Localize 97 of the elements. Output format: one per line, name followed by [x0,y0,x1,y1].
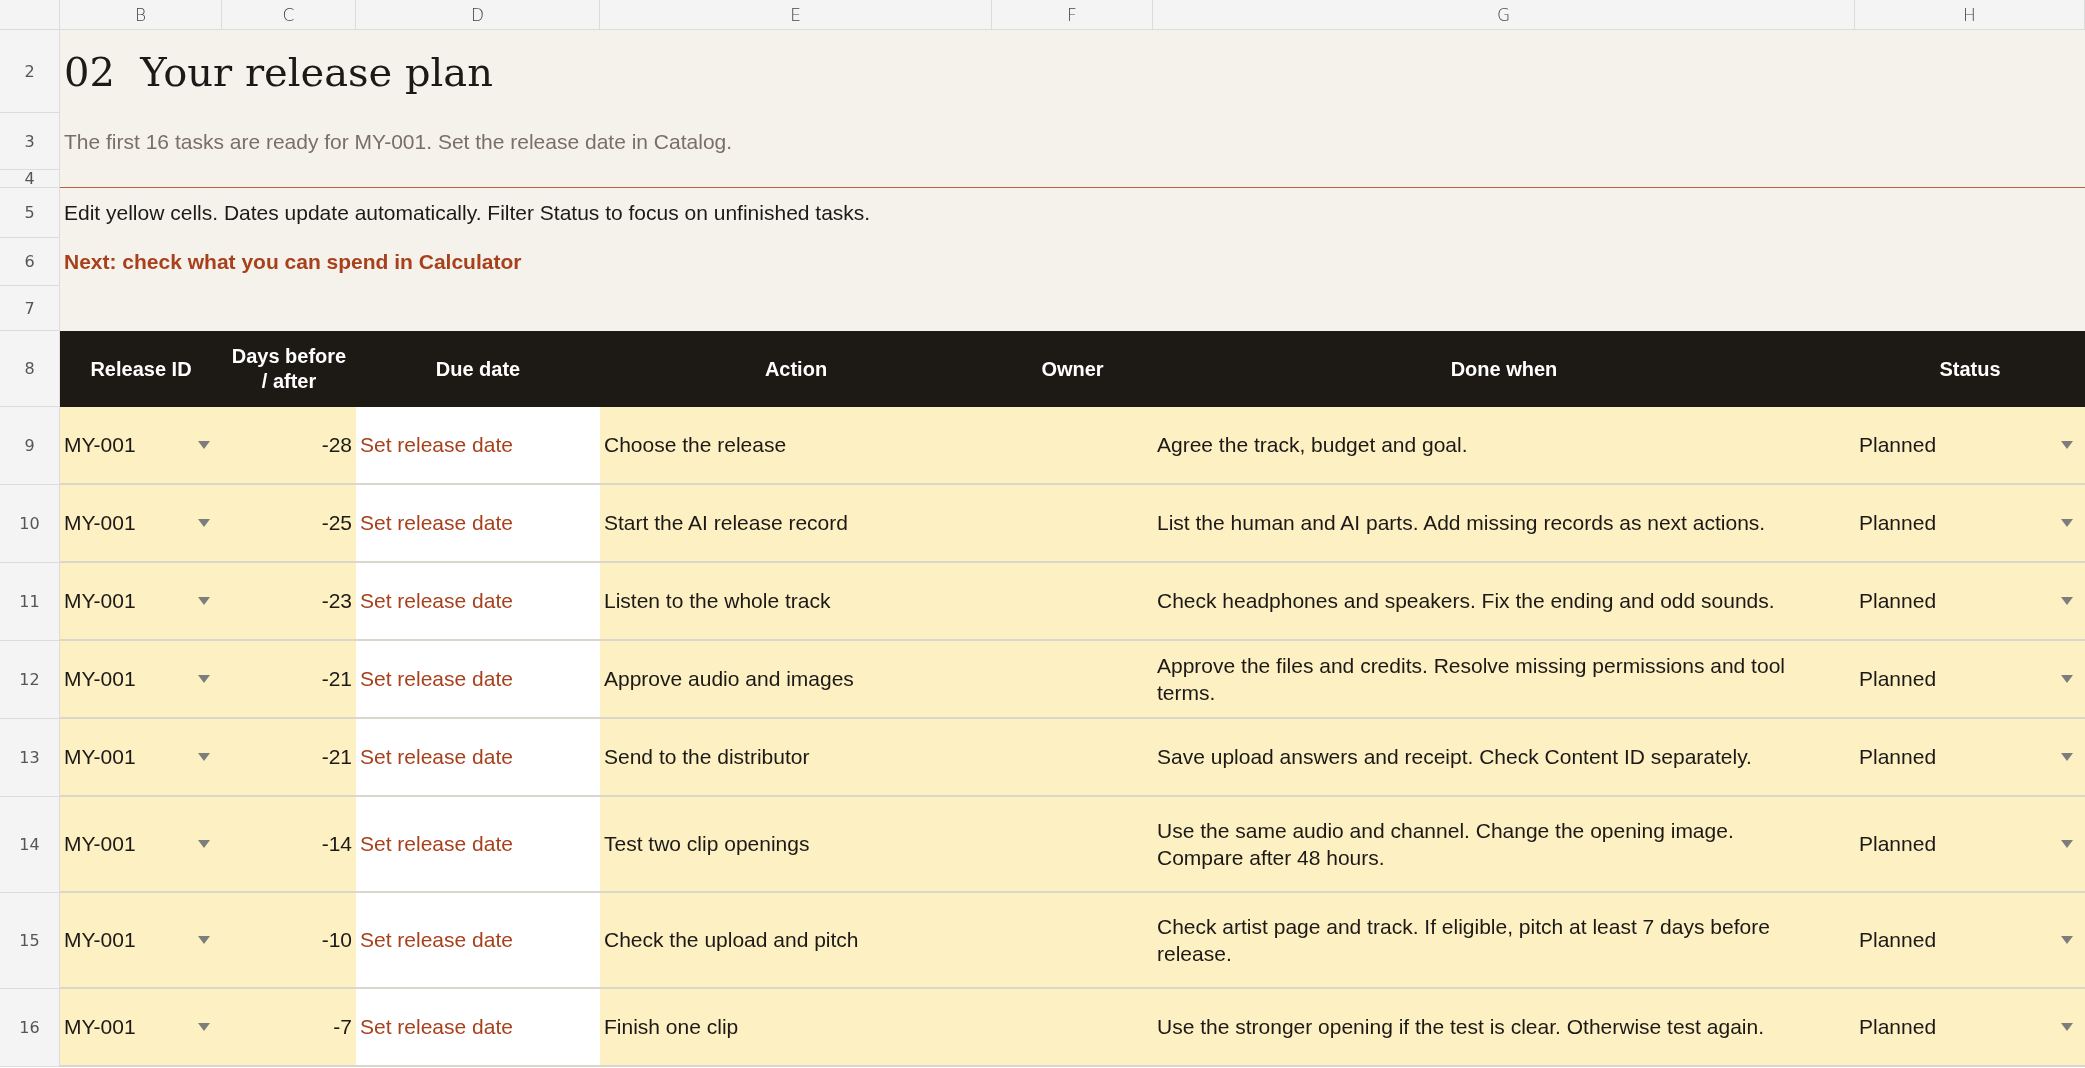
done-when-text: Save upload answers and receipt. Check Content ID separately. [1157,744,1752,771]
release-id-value: MY-001 [64,831,136,858]
row-number[interactable]: 6 [0,238,60,286]
row-number[interactable]: 4 [0,170,60,188]
status-value: Planned [1859,666,1937,693]
days-offset-value: -25 [321,510,352,537]
release-id-value: MY-001 [64,744,136,771]
release-id-value: MY-001 [64,1014,136,1041]
row-number[interactable]: 8 [0,331,60,407]
dropdown-caret-icon[interactable] [198,1023,210,1031]
dropdown-caret-icon[interactable] [2061,936,2073,944]
due-date-value: Set release date [360,927,513,954]
status-value: Planned [1859,744,1937,771]
dropdown-caret-icon[interactable] [198,840,210,848]
dropdown-caret-icon[interactable] [2061,519,2073,527]
dropdown-caret-icon[interactable] [198,441,210,449]
column-letter[interactable]: H [1855,0,2085,30]
status-value: Planned [1859,1014,1937,1041]
release-id-value: MY-001 [64,666,136,693]
column-header: Days before / after [222,331,356,407]
column-header: Owner [992,331,1153,407]
row-number[interactable]: 5 [0,188,60,238]
due-date-value: Set release date [360,1014,513,1041]
release-id-value: MY-001 [64,432,136,459]
days-offset-value: -21 [321,666,352,693]
status-value: Planned [1859,432,1937,459]
column-letter[interactable]: C [222,0,356,30]
action-text: Start the AI release record [604,510,848,537]
row-number[interactable]: 14 [0,797,60,893]
dropdown-caret-icon[interactable] [198,519,210,527]
column-letter[interactable]: D [356,0,600,30]
column-letter[interactable]: G [1153,0,1855,30]
dropdown-caret-icon[interactable] [2061,1023,2073,1031]
column-header: Status [1855,331,2085,407]
done-when-text: Check headphones and speakers. Fix the ending and odd sounds. [1157,588,1775,615]
due-date-value: Set release date [360,831,513,858]
due-date-value: Set release date [360,588,513,615]
done-when-text: Use the stronger opening if the test is clear. Otherwise test again. [1157,1014,1764,1041]
status-value: Planned [1859,588,1937,615]
action-text: Listen to the whole track [604,588,831,615]
release-id-value: MY-001 [64,927,136,954]
row-number[interactable]: 15 [0,893,60,989]
dropdown-caret-icon[interactable] [198,936,210,944]
status-value: Planned [1859,510,1937,537]
row-number[interactable]: 3 [0,113,60,170]
column-header: Release ID [60,331,222,407]
row-number[interactable]: 16 [0,989,60,1067]
days-offset-value: -23 [321,588,352,615]
release-id-value: MY-001 [64,510,136,537]
due-date-value: Set release date [360,744,513,771]
days-offset-value: -7 [333,1014,352,1041]
row-number[interactable]: 11 [0,563,60,641]
action-text: Finish one clip [604,1014,739,1041]
row-number[interactable]: 7 [0,286,60,331]
status-value: Planned [1859,927,1937,954]
dropdown-caret-icon[interactable] [2061,597,2073,605]
days-offset-value: -10 [321,927,352,954]
sheet-title: 02 Your release plan [64,48,493,95]
dropdown-caret-icon[interactable] [2061,441,2073,449]
days-offset-value: -21 [321,744,352,771]
done-when-text: Agree the track, budget and goal. [1157,432,1468,459]
action-text: Approve audio and images [604,666,854,693]
row-number[interactable]: 12 [0,641,60,719]
row-number[interactable]: 13 [0,719,60,797]
dropdown-caret-icon[interactable] [198,753,210,761]
dropdown-caret-icon[interactable] [2061,840,2073,848]
dropdown-caret-icon[interactable] [2061,753,2073,761]
done-when-text: Use the same audio and channel. Change the opening image. Compare after 48 hours. [1157,817,1735,871]
status-value: Planned [1859,831,1937,858]
column-header: Due date [356,331,600,407]
release-id-value: MY-001 [64,588,136,615]
due-date-value: Set release date [360,666,513,693]
action-text: Check the upload and pitch [604,927,859,954]
dropdown-caret-icon[interactable] [2061,675,2073,683]
days-offset-value: -14 [321,831,352,858]
action-text: Send to the distributor [604,744,810,771]
row-number[interactable]: 10 [0,485,60,563]
done-when-text: List the human and AI parts. Add missing records as next actions. [1157,510,1766,537]
action-text: Choose the release [604,432,787,459]
instruction-text: Edit yellow cells. Dates update automatically. Filter Status to focus on unfinished tasks. [64,201,871,225]
column-letter[interactable]: B [60,0,222,30]
row-number[interactable]: 2 [0,30,60,113]
column-letter[interactable]: E [600,0,992,30]
due-date-value: Set release date [360,510,513,537]
calculator-link[interactable]: Next: check what you can spend in Calculator [64,250,522,274]
column-header: Action [600,331,992,407]
row-number[interactable]: 9 [0,407,60,485]
dropdown-caret-icon[interactable] [198,675,210,683]
dropdown-caret-icon[interactable] [198,597,210,605]
subtitle-text: The first 16 tasks are ready for MY-001. Set the release date in Catalog. [64,129,733,154]
due-date-value: Set release date [360,432,513,459]
column-header: Done when [1153,331,1855,407]
action-text: Test two clip openings [604,831,810,858]
days-offset-value: -28 [321,432,352,459]
done-when-text: Check artist page and track. If eligible, pitch at least 7 days before release. [1157,913,1771,967]
done-when-text: Approve the files and credits. Resolve missing permissions and tool terms. [1157,652,1786,706]
column-letter[interactable]: F [992,0,1153,30]
